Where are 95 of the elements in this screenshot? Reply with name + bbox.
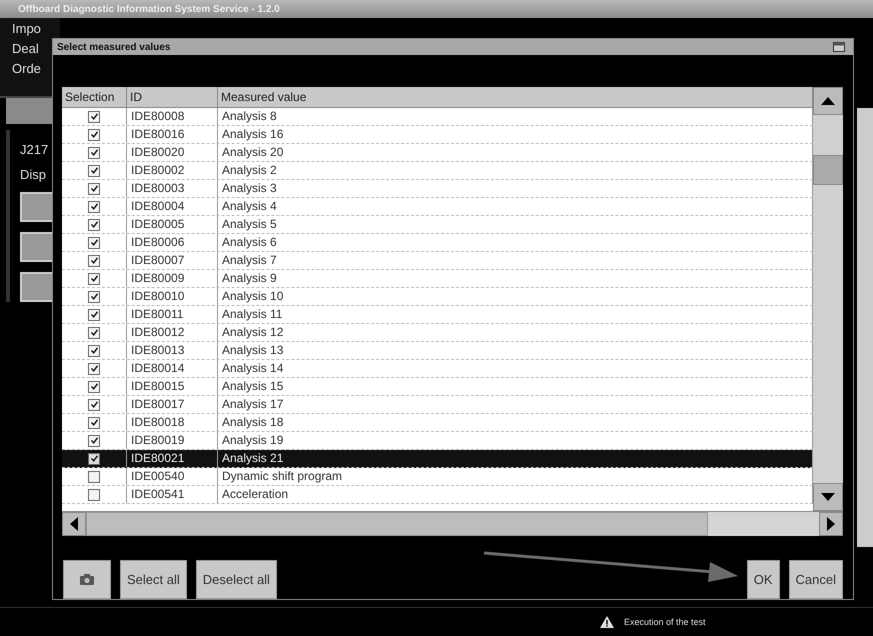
camera-icon (80, 574, 94, 586)
table-cell: IDE80003 (127, 180, 218, 198)
table-cell: IDE80004 (127, 198, 218, 216)
scroll-up-button[interactable] (813, 87, 843, 116)
checkbox[interactable] (88, 182, 100, 195)
table-row[interactable]: IDE80004 Analysis 4 (62, 198, 813, 216)
horizontal-scrollbar[interactable] (62, 511, 843, 536)
table-row[interactable]: IDE80008 Analysis 8 (62, 108, 813, 126)
table-cell: IDE80021 (127, 450, 218, 468)
table-row[interactable]: IDE80018 Analysis 18 (62, 414, 813, 432)
table-cell: IDE80014 (127, 360, 218, 378)
scroll-right-button[interactable] (819, 512, 843, 536)
right-arrow-icon (827, 517, 835, 532)
table-row[interactable]: IDE80021 Analysis 21 (62, 450, 813, 468)
table-cell: IDE80007 (127, 252, 218, 270)
table-row[interactable]: IDE80003 Analysis 3 (62, 180, 813, 198)
checkbox[interactable] (88, 272, 100, 285)
table-row[interactable]: IDE80014 Analysis 14 (62, 360, 813, 378)
table-cell: IDE80013 (127, 342, 218, 360)
checkbox[interactable] (88, 488, 100, 501)
table-cell: IDE80012 (127, 324, 218, 342)
dialog-button[interactable]: Deselect all (196, 560, 277, 599)
status-message: Execution of the test (624, 617, 706, 627)
table-row[interactable]: IDE80015 Analysis 15 (62, 378, 813, 396)
table-cell: IDE80010 (127, 288, 218, 306)
column-header[interactable]: ID (127, 87, 218, 108)
up-arrow-icon (821, 97, 835, 106)
table-row[interactable]: IDE80017 Analysis 17 (62, 396, 813, 414)
dialog-title: Select measured values (57, 42, 170, 53)
checkbox[interactable] (88, 164, 100, 177)
column-header[interactable]: Selection (62, 87, 127, 108)
scroll-thumb[interactable] (813, 155, 843, 186)
table-row[interactable]: IDE80016 Analysis 16 (62, 126, 813, 144)
scrollbar[interactable] (857, 108, 873, 547)
table-cell: IDE80019 (127, 432, 218, 450)
checkbox[interactable] (88, 110, 100, 123)
warning-icon (600, 616, 614, 628)
table-cell: IDE80020 (127, 144, 218, 162)
table-cell: IDE80009 (127, 270, 218, 288)
table-cell: IDE00540 (127, 468, 218, 486)
table-cell: IDE80016 (127, 126, 218, 144)
header-label: Impo (12, 20, 42, 38)
table-cell: IDE80015 (127, 378, 218, 396)
table-row[interactable]: IDE00540 Dynamic shift program (62, 468, 813, 486)
scroll-thumb[interactable] (86, 512, 708, 536)
table-row[interactable]: IDE00541 Acceleration (62, 486, 813, 504)
table-row[interactable]: IDE80020 Analysis 20 (62, 144, 813, 162)
panel-label: Disp (20, 167, 48, 182)
dialog-button[interactable]: Cancel (788, 560, 843, 599)
checkbox[interactable] (88, 452, 100, 465)
table-cell: IDE00541 (127, 486, 218, 504)
window-title: Offboard Diagnostic Information System Service - 1.2.0 (18, 4, 280, 14)
table-cell: IDE80011 (127, 306, 218, 324)
checkbox[interactable] (88, 470, 100, 483)
table-row[interactable]: IDE80002 Analysis 2 (62, 162, 813, 180)
checkbox[interactable] (88, 254, 100, 267)
table-row[interactable]: IDE80006 Analysis 6 (62, 234, 813, 252)
header-label: Orde (12, 60, 42, 78)
panel-label: J217 (20, 142, 50, 157)
table-row[interactable]: IDE80005 Analysis 5 (62, 216, 813, 234)
scroll-down-button[interactable] (813, 483, 843, 512)
checkbox[interactable] (88, 344, 100, 357)
checkbox[interactable] (88, 200, 100, 213)
table-cell: IDE80017 (127, 396, 218, 414)
camera-button[interactable] (63, 560, 111, 599)
table-row[interactable]: IDE80010 Analysis 10 (62, 288, 813, 306)
scroll-left-button[interactable] (62, 512, 86, 536)
checkbox[interactable] (88, 380, 100, 393)
checkbox[interactable] (88, 236, 100, 249)
table-row[interactable]: IDE80013 Analysis 13 (62, 342, 813, 360)
down-arrow-icon (821, 493, 835, 502)
dialog-button[interactable]: Select all (120, 560, 187, 599)
checkbox[interactable] (88, 398, 100, 411)
table-cell: IDE80002 (127, 162, 218, 180)
checkbox[interactable] (88, 218, 100, 231)
table-row[interactable]: IDE80012 Analysis 12 (62, 324, 813, 342)
window-icon[interactable] (833, 42, 845, 52)
checkbox[interactable] (88, 308, 100, 321)
table-cell: IDE80005 (127, 216, 218, 234)
checkbox[interactable] (88, 416, 100, 429)
checkbox[interactable] (88, 290, 100, 303)
table-cell: IDE80008 (127, 108, 218, 126)
checkbox[interactable] (88, 434, 100, 447)
table-row[interactable]: IDE80007 Analysis 7 (62, 252, 813, 270)
table-cell: IDE80006 (127, 234, 218, 252)
table-row[interactable]: IDE80009 Analysis 9 (62, 270, 813, 288)
checkbox[interactable] (88, 128, 100, 141)
table-row[interactable]: IDE80011 Analysis 11 (62, 306, 813, 324)
dialog-button[interactable]: OK (746, 560, 780, 599)
table-cell: IDE80018 (127, 414, 218, 432)
vertical-scrollbar[interactable] (813, 87, 843, 512)
checkbox[interactable] (88, 146, 100, 159)
checkbox[interactable] (88, 326, 100, 339)
checkbox[interactable] (88, 362, 100, 375)
left-arrow-icon (70, 517, 78, 532)
